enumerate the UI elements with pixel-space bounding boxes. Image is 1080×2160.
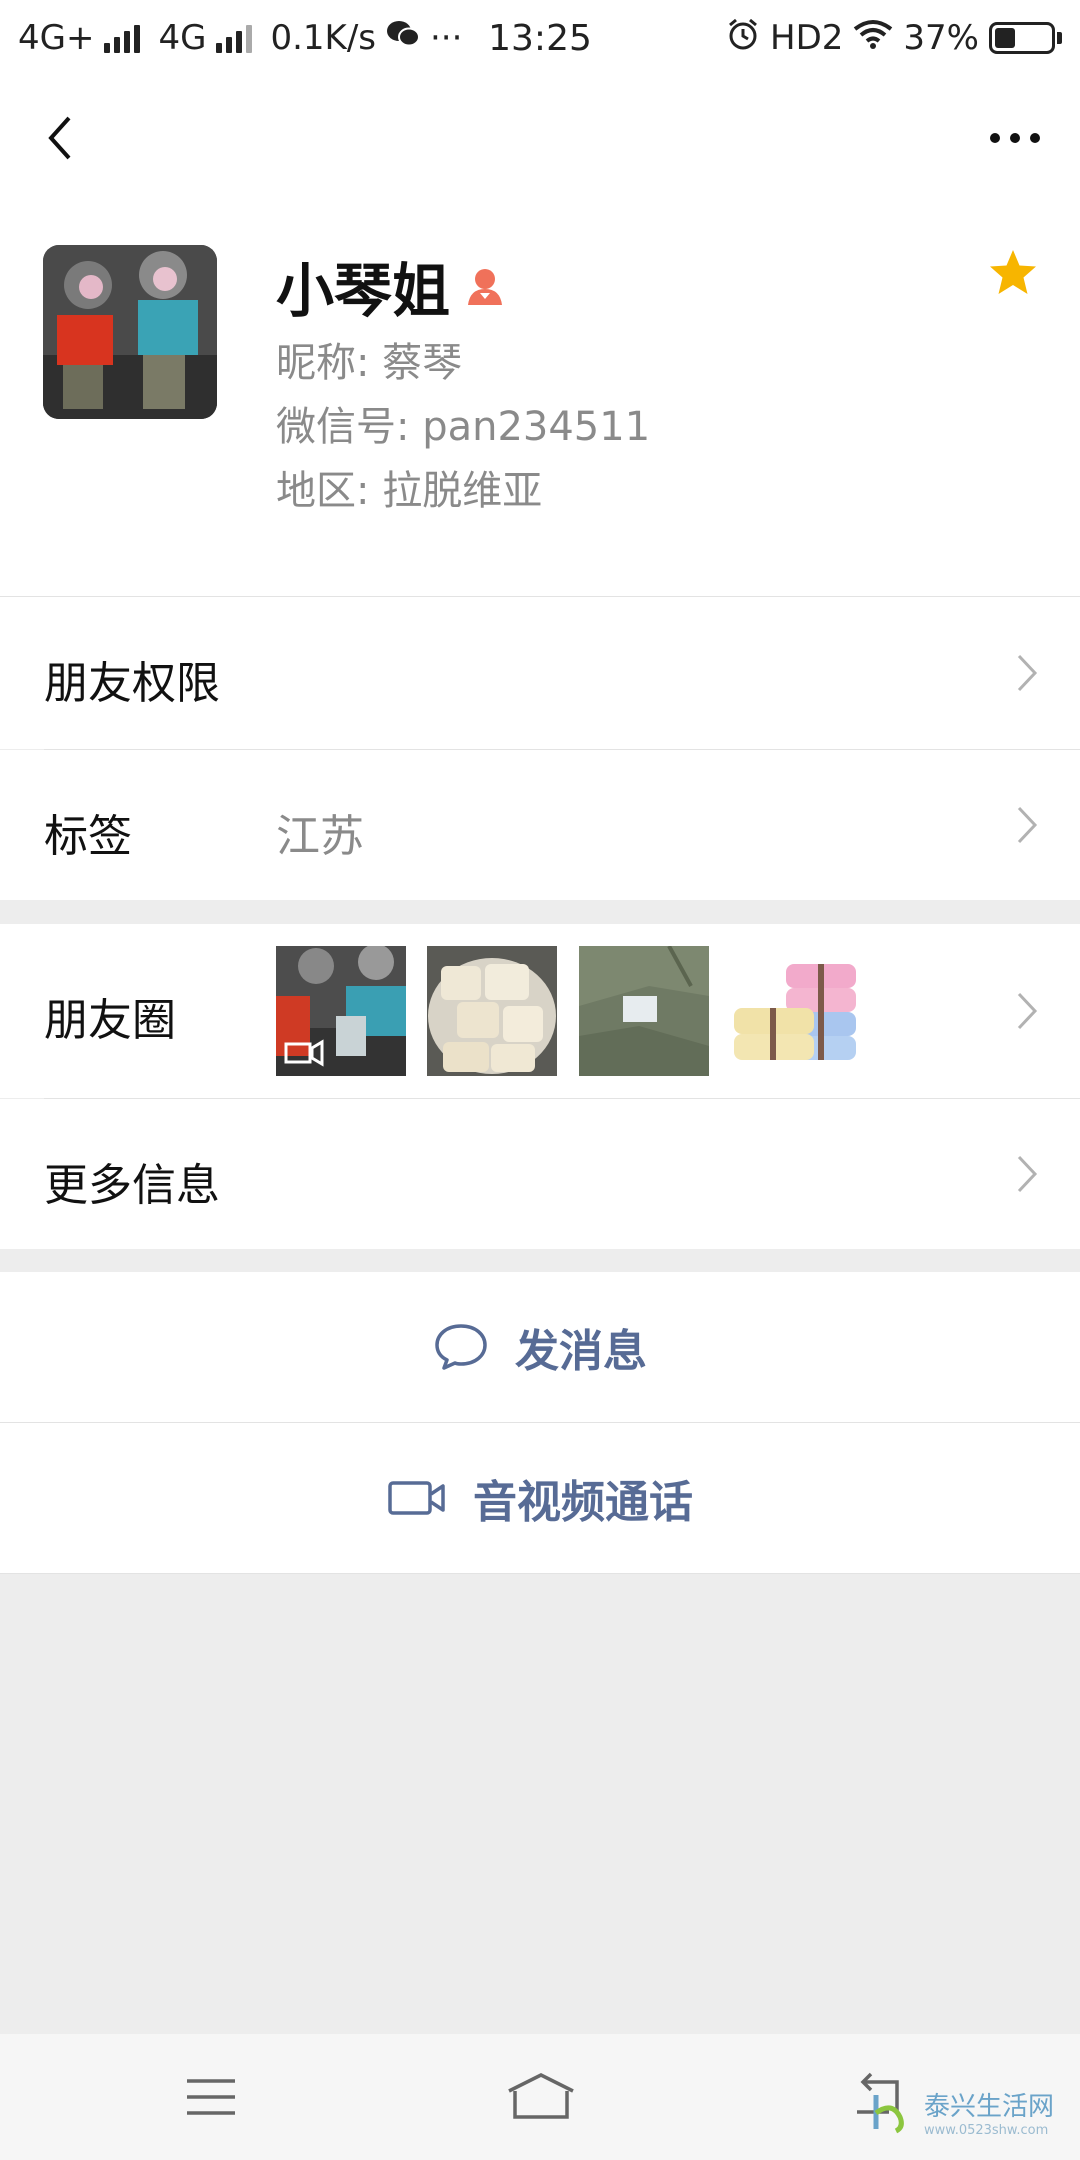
watermark-logo-icon [873,2095,904,2134]
row-more-info[interactable]: 更多信息 [0,1099,1080,1249]
video-call-button[interactable]: 音视频通话 [0,1423,1080,1573]
nickname: 昵称: 蔡琴 [276,340,463,386]
watermark-url: www.0523shw.com [923,2123,1049,2138]
avatar[interactable] [43,245,217,419]
more-options-button[interactable] [980,108,1050,168]
battery-percent: 37% [903,18,979,58]
chevron-right-icon [1017,992,1038,1030]
back-arrow-icon [48,116,71,160]
system-nav-bar: 泰兴生活网 www.0523shw.com [0,2034,1080,2160]
contact-profile-screen: 4G+ 4G 0.1K/s ··· 13:25 HD2 37% 小琴姐 昵称: … [0,0,1080,2160]
row-label: 朋友权限 [44,658,220,709]
more-notifications-indicator: ··· [430,18,463,58]
signal-icon [104,23,141,53]
contact-name: 小琴姐 [276,257,451,325]
top-nav [0,76,1080,200]
home-icon [508,2073,574,2119]
home-button[interactable] [496,2064,586,2130]
video-call-label: 音视频通话 [473,1477,693,1528]
signal-icon-2 [216,23,253,53]
network-speed: 0.1K/s [270,18,376,58]
moment-thumbnail [579,946,709,1076]
row-friend-permissions[interactable]: 朋友权限 [0,597,1080,749]
send-message-label: 发消息 [515,1326,647,1377]
status-bar: 4G+ 4G 0.1K/s ··· 13:25 HD2 37% [0,0,1080,76]
send-message-button[interactable]: 发消息 [0,1272,1080,1422]
profile-name-row: 小琴姐 [276,244,506,328]
row-moments[interactable]: 朋友圈 [0,924,1080,1098]
region: 地区: 拉脱维亚 [276,468,543,514]
back-button[interactable] [30,108,90,168]
status-bar-left: 4G+ 4G 0.1K/s ··· [18,18,462,58]
row-tags[interactable]: 标签 江苏 [0,750,1080,900]
row-label: 朋友圈 [44,995,176,1046]
moment-thumbnail [730,946,860,1076]
action-divider [0,1573,1080,1574]
hd-indicator: HD2 [770,18,844,58]
menu-button[interactable] [166,2064,256,2130]
battery-icon [989,22,1062,54]
wechat-id: 微信号: pan234511 [276,404,651,450]
avatar-image [43,245,217,419]
network-type-2: 4G [158,18,207,58]
network-type-1: 4G+ [18,18,95,58]
moment-thumbnail [427,946,557,1076]
chevron-right-icon [1017,1155,1038,1193]
moment-thumbnail-video [276,946,406,1076]
star-favorite-icon[interactable] [988,248,1038,302]
row-label: 更多信息 [44,1160,220,1211]
wifi-icon [853,18,893,58]
female-gender-icon [468,269,503,305]
profile-header: 小琴姐 昵称: 蔡琴 微信号: pan234511 地区: 拉脱维亚 [0,200,1080,596]
menu-icon [187,2079,235,2115]
chevron-right-icon [1017,806,1038,844]
video-camera-icon [388,1481,445,1515]
alarm-icon [726,17,760,60]
watermark-title: 泰兴生活网 [923,2092,1054,2122]
row-label: 标签 [44,811,132,862]
wechat-notification-icon [386,18,420,58]
chevron-right-icon [1017,654,1038,692]
watermark: 泰兴生活网 www.0523shw.com [866,2086,1054,2138]
status-bar-right: HD2 37% [726,17,1062,60]
more-dots-icon [990,133,1040,143]
chat-bubble-icon [435,1324,487,1370]
tag-value: 江苏 [276,811,364,862]
